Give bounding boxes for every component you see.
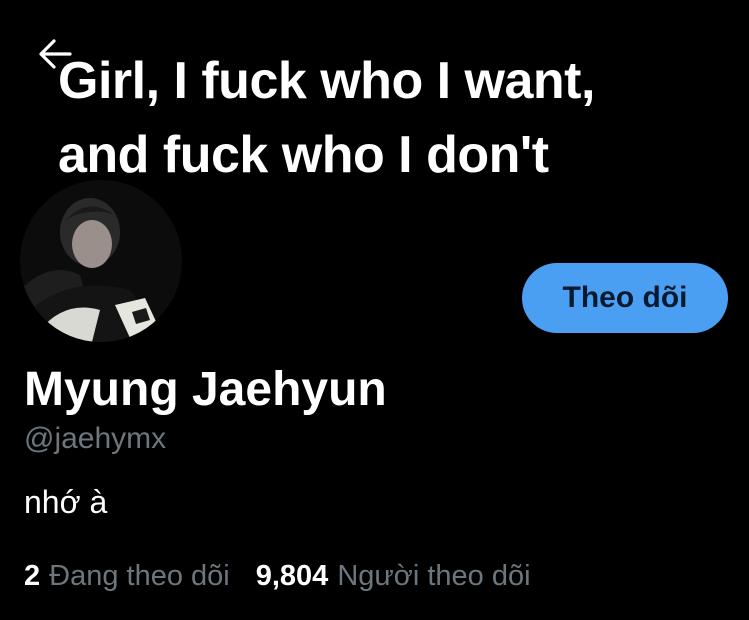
banner-line-1: Girl, I fuck who I want, <box>58 52 595 110</box>
following-stat[interactable]: 2 Đang theo dõi <box>24 560 230 593</box>
avatar-photo <box>20 180 182 342</box>
following-label: Đang theo dõi <box>49 560 230 592</box>
display-name: Myung Jaehyun <box>24 363 387 416</box>
follow-button[interactable]: Theo dõi <box>522 263 728 333</box>
arrow-left-icon <box>39 39 72 69</box>
user-bio: nhớ à <box>24 484 108 520</box>
follow-stats: 2 Đang theo dõi 9,804 Người theo dõi <box>24 560 531 593</box>
followers-stat[interactable]: 9,804 Người theo dõi <box>256 560 531 593</box>
followers-count: 9,804 <box>255 560 329 592</box>
profile-banner[interactable]: Girl, I fuck who I want, and fuck who I … <box>0 0 749 200</box>
banner-text: Girl, I fuck who I want, and fuck who I … <box>58 44 595 192</box>
followers-label: Người theo dõi <box>337 560 531 592</box>
following-count: 2 <box>24 560 41 592</box>
back-button[interactable] <box>36 34 76 74</box>
avatar[interactable] <box>18 178 184 344</box>
user-handle: @jaehymx <box>24 422 167 455</box>
banner-line-2: and fuck who I don't <box>58 126 549 184</box>
